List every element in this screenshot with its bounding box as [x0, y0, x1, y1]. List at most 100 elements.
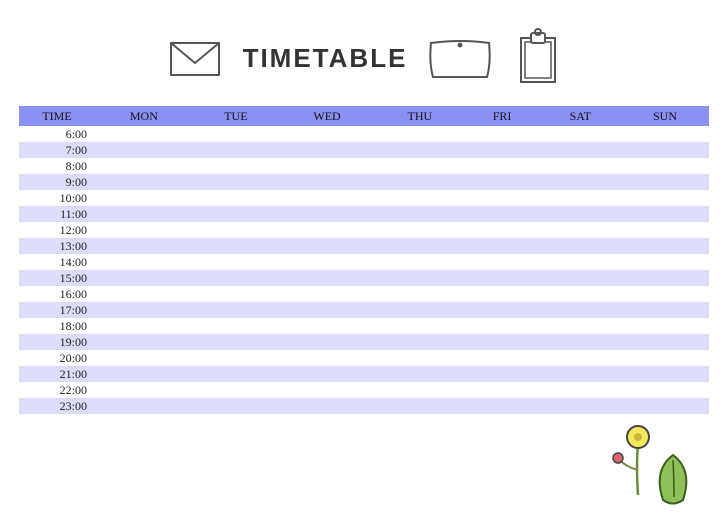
- slot-cell: [279, 126, 375, 142]
- table-row: 19:00: [19, 334, 709, 350]
- slot-cell: [95, 174, 193, 190]
- slot-cell: [621, 270, 709, 286]
- slot-cell: [621, 126, 709, 142]
- header: TIMETABLE: [0, 0, 728, 106]
- table-row: 13:00: [19, 238, 709, 254]
- table-row: 18:00: [19, 318, 709, 334]
- table-row: 21:00: [19, 366, 709, 382]
- time-cell: 9:00: [19, 174, 95, 190]
- slot-cell: [465, 158, 540, 174]
- slot-cell: [95, 206, 193, 222]
- slot-cell: [540, 270, 621, 286]
- slot-cell: [465, 206, 540, 222]
- col-sat: SAT: [540, 106, 621, 126]
- slot-cell: [621, 318, 709, 334]
- slot-cell: [95, 142, 193, 158]
- col-fri: FRI: [465, 106, 540, 126]
- slot-cell: [279, 366, 375, 382]
- slot-cell: [375, 174, 465, 190]
- slot-cell: [193, 366, 279, 382]
- slot-cell: [193, 126, 279, 142]
- slot-cell: [375, 366, 465, 382]
- slot-cell: [621, 398, 709, 414]
- slot-cell: [540, 350, 621, 366]
- slot-cell: [95, 222, 193, 238]
- slot-cell: [279, 206, 375, 222]
- timetable: TIME MON TUE WED THU FRI SAT SUN 6:007:0…: [19, 106, 709, 414]
- slot-cell: [95, 350, 193, 366]
- slot-cell: [540, 126, 621, 142]
- time-cell: 18:00: [19, 318, 95, 334]
- table-row: 15:00: [19, 270, 709, 286]
- slot-cell: [193, 382, 279, 398]
- time-cell: 10:00: [19, 190, 95, 206]
- slot-cell: [95, 382, 193, 398]
- slot-cell: [95, 270, 193, 286]
- slot-cell: [279, 318, 375, 334]
- table-row: 16:00: [19, 286, 709, 302]
- slot-cell: [95, 318, 193, 334]
- slot-cell: [465, 222, 540, 238]
- time-cell: 17:00: [19, 302, 95, 318]
- time-cell: 19:00: [19, 334, 95, 350]
- slot-cell: [193, 334, 279, 350]
- slot-cell: [540, 206, 621, 222]
- slot-cell: [540, 238, 621, 254]
- slot-cell: [540, 286, 621, 302]
- col-thu: THU: [375, 106, 465, 126]
- table-row: 20:00: [19, 350, 709, 366]
- time-cell: 23:00: [19, 398, 95, 414]
- slot-cell: [621, 366, 709, 382]
- slot-cell: [279, 254, 375, 270]
- header-row: TIME MON TUE WED THU FRI SAT SUN: [19, 106, 709, 126]
- slot-cell: [193, 254, 279, 270]
- slot-cell: [375, 158, 465, 174]
- slot-cell: [465, 238, 540, 254]
- slot-cell: [465, 302, 540, 318]
- slot-cell: [375, 398, 465, 414]
- slot-cell: [465, 286, 540, 302]
- slot-cell: [621, 254, 709, 270]
- slot-cell: [621, 238, 709, 254]
- table-row: 14:00: [19, 254, 709, 270]
- time-cell: 20:00: [19, 350, 95, 366]
- board-icon: [425, 33, 495, 83]
- slot-cell: [375, 142, 465, 158]
- time-cell: 13:00: [19, 238, 95, 254]
- slot-cell: [279, 238, 375, 254]
- table-row: 7:00: [19, 142, 709, 158]
- slot-cell: [279, 398, 375, 414]
- slot-cell: [540, 318, 621, 334]
- time-cell: 6:00: [19, 126, 95, 142]
- slot-cell: [193, 206, 279, 222]
- clipboard-icon: [513, 28, 563, 88]
- envelope-icon: [165, 35, 225, 81]
- slot-cell: [95, 190, 193, 206]
- slot-cell: [375, 190, 465, 206]
- slot-cell: [540, 398, 621, 414]
- slot-cell: [193, 190, 279, 206]
- table-row: 10:00: [19, 190, 709, 206]
- slot-cell: [465, 318, 540, 334]
- slot-cell: [95, 126, 193, 142]
- slot-cell: [465, 398, 540, 414]
- slot-cell: [193, 286, 279, 302]
- slot-cell: [621, 206, 709, 222]
- slot-cell: [279, 222, 375, 238]
- slot-cell: [193, 318, 279, 334]
- slot-cell: [540, 334, 621, 350]
- slot-cell: [465, 270, 540, 286]
- slot-cell: [465, 382, 540, 398]
- slot-cell: [540, 222, 621, 238]
- slot-cell: [95, 334, 193, 350]
- time-cell: 15:00: [19, 270, 95, 286]
- slot-cell: [193, 222, 279, 238]
- slot-cell: [621, 334, 709, 350]
- slot-cell: [95, 398, 193, 414]
- slot-cell: [621, 302, 709, 318]
- table-row: 11:00: [19, 206, 709, 222]
- table-row: 8:00: [19, 158, 709, 174]
- slot-cell: [621, 286, 709, 302]
- table-row: 6:00: [19, 126, 709, 142]
- slot-cell: [465, 366, 540, 382]
